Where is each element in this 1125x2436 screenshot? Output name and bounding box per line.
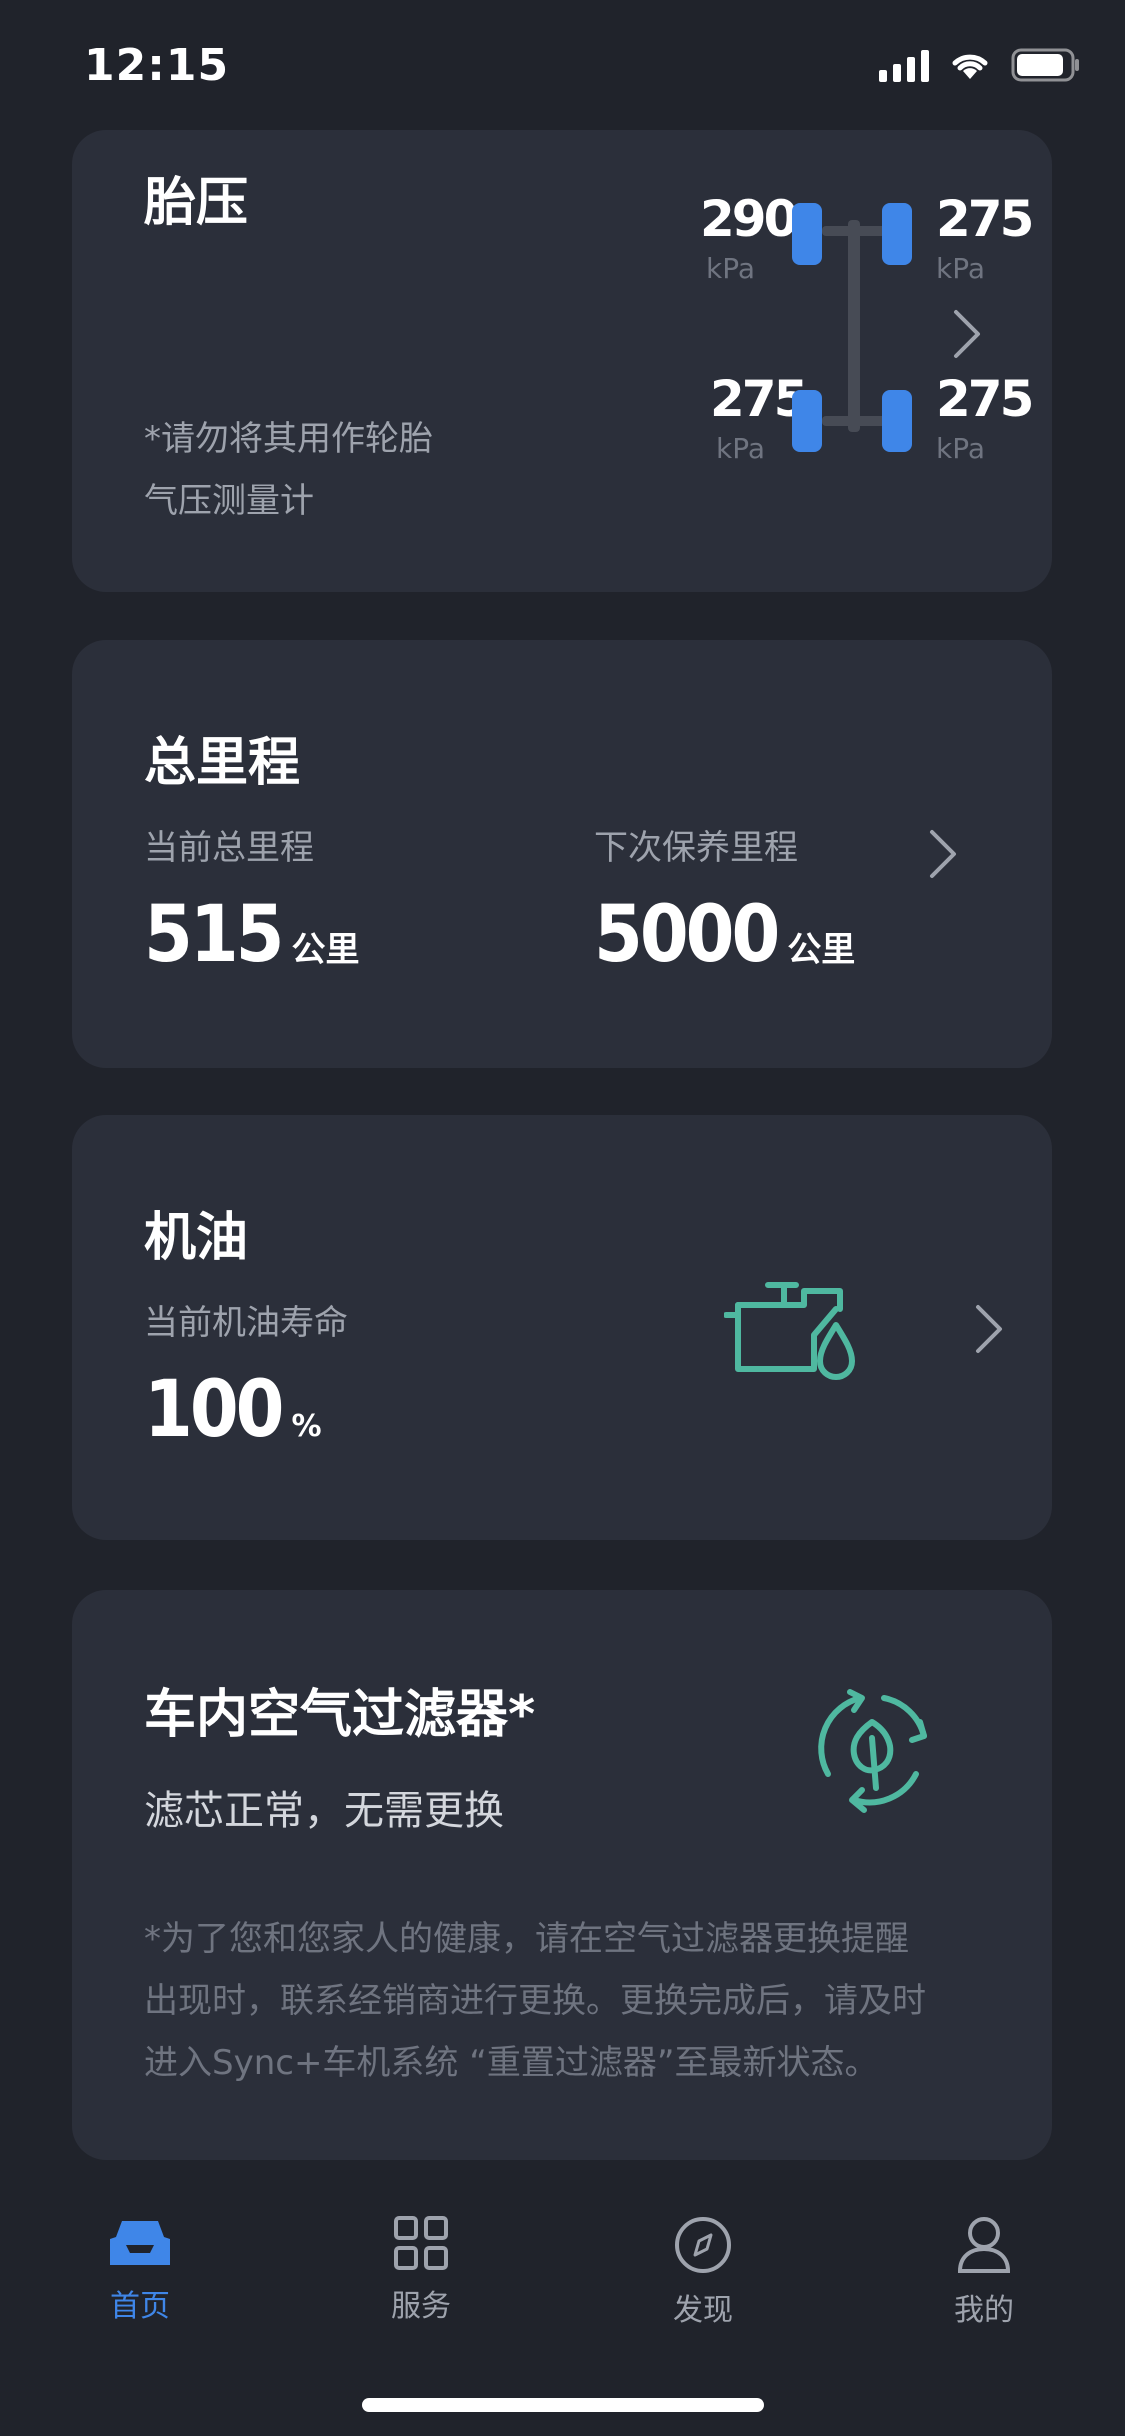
rear-left-unit: kPa	[716, 432, 765, 465]
battery-icon	[1011, 48, 1079, 82]
tab-service[interactable]: 服务	[321, 2215, 521, 2325]
tire-diagram: 290 kPa 275 kPa 275 kPa 275 kPa	[612, 190, 1034, 530]
next-service: 5000 公里	[594, 890, 855, 980]
oil-card[interactable]: 机油 当前机油寿命 100%	[72, 1115, 1052, 1540]
rear-right-pressure: 275	[936, 370, 1034, 428]
oil-title: 机油	[144, 1208, 249, 1268]
current-mileage: 515 公里	[144, 890, 359, 980]
air-filter-status: 滤芯正常，无需更换	[144, 1788, 504, 1834]
compass-icon	[675, 2217, 731, 2273]
air-filter-card: 车内空气过滤器* 滤芯正常，无需更换 *为了您和您家人的健康，请在空气过滤器更换…	[72, 1590, 1052, 2160]
rear-right-tire	[882, 390, 912, 452]
status-time: 12:15	[84, 40, 230, 91]
current-mileage-value: 515	[144, 890, 284, 980]
status-bar: 12:15	[0, 0, 1125, 130]
front-left-pressure: 290	[700, 190, 798, 248]
rear-axle	[822, 416, 888, 426]
rear-left-tire	[792, 390, 822, 452]
home-indicator[interactable]	[362, 2398, 764, 2412]
mileage-card[interactable]: 总里程 当前总里程 515 公里 下次保养里程 5000 公里	[72, 640, 1052, 1068]
front-left-tire	[792, 203, 822, 265]
current-mileage-unit: 公里	[291, 930, 360, 970]
chevron-right-icon[interactable]	[952, 308, 982, 360]
front-right-pressure: 275	[936, 190, 1034, 248]
oil-life-unit: %	[291, 1409, 322, 1444]
oil-life-value: 100	[144, 1365, 284, 1455]
tab-profile[interactable]: 我的	[884, 2215, 1084, 2329]
current-mileage-label: 当前总里程	[144, 828, 314, 868]
next-service-value: 5000	[594, 890, 780, 980]
car-icon	[110, 2221, 170, 2265]
status-icons	[879, 48, 1081, 82]
tire-pressure-note: *请勿将其用作轮胎 气压测量计	[144, 419, 433, 521]
tab-discover[interactable]: 发现	[603, 2215, 803, 2329]
grid-icon	[394, 2216, 448, 2270]
cellular-signal-icon	[879, 48, 929, 82]
axle-frame	[848, 220, 860, 432]
rear-right-unit: kPa	[936, 432, 985, 465]
front-right-tire	[882, 203, 912, 265]
wifi-icon	[952, 54, 988, 79]
tab-home[interactable]: 首页	[40, 2215, 240, 2325]
tire-pressure-title: 胎压	[144, 173, 249, 233]
front-right-unit: kPa	[936, 252, 985, 285]
oil-life: 100%	[144, 1365, 322, 1455]
profile-icon	[957, 2217, 1011, 2273]
tire-pressure-card[interactable]: 胎压 *请勿将其用作轮胎 气压测量计 290 kPa 275 kPa 275 k…	[72, 130, 1052, 592]
oil-can-icon	[724, 1282, 855, 1380]
air-filter-note: *为了您和您家人的健康，请在空气过滤器更换提醒 出现时，联系经销商进行更换。更换…	[144, 1919, 926, 2083]
filter-refresh-icon	[818, 1689, 927, 1813]
chevron-right-icon[interactable]	[974, 1303, 1004, 1355]
air-filter-title: 车内空气过滤器*	[144, 1685, 536, 1745]
oil-life-label: 当前机油寿命	[144, 1303, 348, 1343]
mileage-title: 总里程	[144, 733, 301, 793]
chevron-right-icon[interactable]	[928, 828, 958, 880]
next-service-unit: 公里	[787, 930, 856, 970]
front-left-unit: kPa	[706, 252, 755, 285]
front-axle	[822, 226, 888, 236]
next-service-label: 下次保养里程	[594, 828, 798, 868]
